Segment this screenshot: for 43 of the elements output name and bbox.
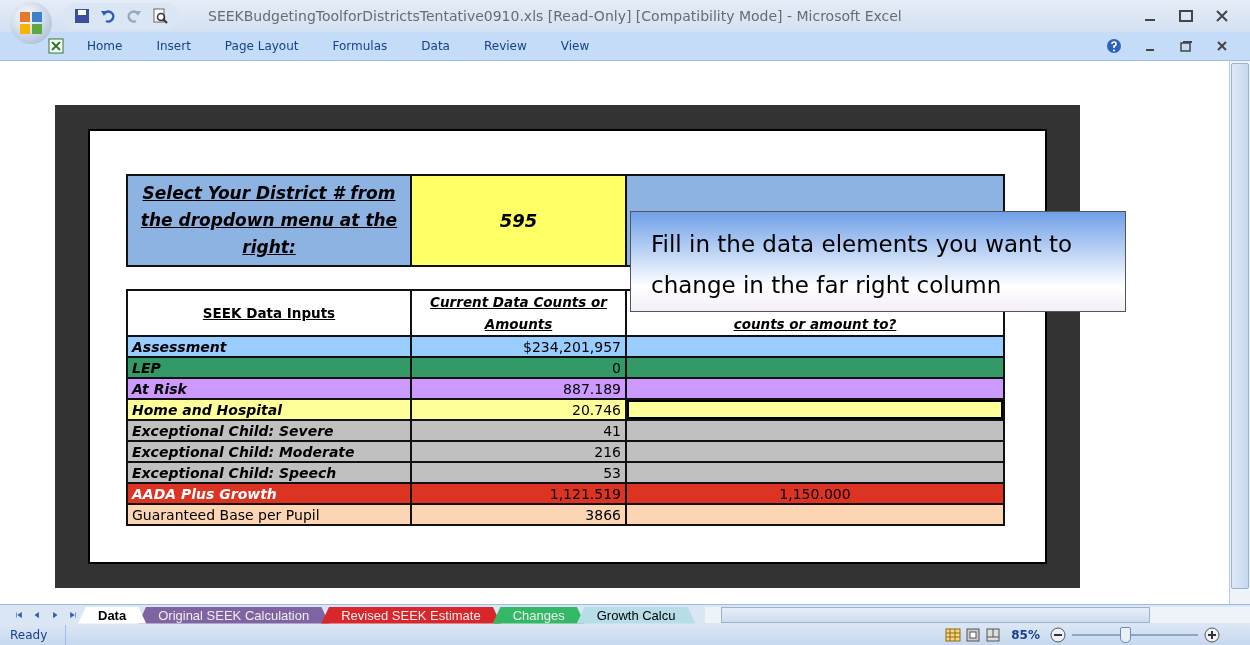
zoom-in-icon[interactable] bbox=[1204, 627, 1220, 643]
window-title: SEEKBudgetingToolforDistrictsTentative0910.xls [Read-Only] [Compatibility Mode] - Microsoft Excel bbox=[208, 8, 903, 24]
ribbon-tab[interactable]: Page Layout bbox=[207, 39, 316, 53]
ribbon-tab[interactable]: Formulas bbox=[315, 39, 405, 53]
district-number[interactable]: 595 bbox=[411, 175, 626, 266]
sheet-tab[interactable]: Growth Calcu bbox=[576, 606, 696, 624]
table-cell: 3866 bbox=[411, 504, 626, 525]
maximize-icon[interactable] bbox=[1178, 8, 1194, 24]
page-break-icon[interactable] bbox=[985, 627, 1002, 643]
undo-icon[interactable] bbox=[100, 8, 116, 24]
print-preview-icon[interactable] bbox=[152, 8, 168, 24]
first-sheet-icon[interactable] bbox=[14, 610, 24, 620]
vertical-scrollbar[interactable] bbox=[1229, 61, 1250, 604]
ribbon-tab[interactable]: Home bbox=[70, 39, 140, 53]
ribbon-tab[interactable]: View bbox=[543, 39, 607, 53]
status-text: Ready bbox=[0, 625, 67, 645]
restore-icon[interactable] bbox=[1178, 38, 1194, 54]
next-sheet-icon[interactable] bbox=[50, 610, 60, 620]
input-cell[interactable] bbox=[626, 399, 1004, 420]
office-button[interactable] bbox=[10, 2, 52, 44]
row-label: Guaranteed Base per Pupil bbox=[127, 504, 411, 525]
sheet-tab[interactable]: Data bbox=[78, 606, 147, 624]
last-sheet-icon[interactable] bbox=[68, 610, 78, 620]
zoom-level: 85% bbox=[1011, 628, 1040, 642]
help-icon[interactable] bbox=[1106, 38, 1122, 54]
input-cell[interactable] bbox=[626, 378, 1004, 399]
input-cell[interactable] bbox=[626, 504, 1004, 525]
previous-sheet-icon[interactable] bbox=[32, 610, 42, 620]
ribbon-tab[interactable]: Review bbox=[466, 39, 544, 53]
logo-icon bbox=[18, 10, 44, 36]
horizontal-scrollbar[interactable] bbox=[705, 607, 1250, 623]
page-layout-icon[interactable] bbox=[965, 627, 982, 643]
ribbon-tab[interactable]: Insert bbox=[139, 39, 208, 53]
column-header: SEEK Data Inputs bbox=[127, 290, 411, 336]
save-icon[interactable] bbox=[74, 8, 90, 24]
callout-note: Fill in the data elements you want to change in the far right column bbox=[630, 211, 1126, 312]
column-header: Current Data Counts or Amounts bbox=[411, 290, 626, 336]
district-prompt: Select Your District # from the dropdown menu at the right: bbox=[127, 175, 411, 266]
normal-view-icon[interactable] bbox=[945, 627, 962, 643]
ribbon-tab[interactable]: Data bbox=[404, 39, 467, 53]
close-icon[interactable] bbox=[1214, 8, 1230, 24]
spreadsheet-icon[interactable] bbox=[48, 38, 64, 54]
zoom-out-icon[interactable] bbox=[1050, 627, 1066, 643]
